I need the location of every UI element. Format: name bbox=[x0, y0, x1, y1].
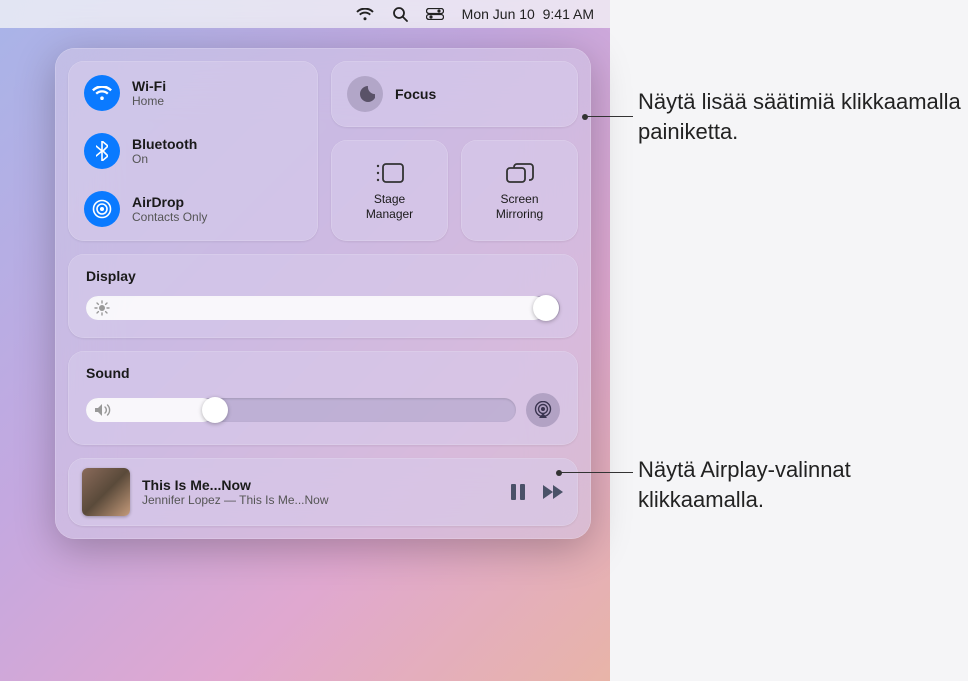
display-slider-thumb[interactable] bbox=[533, 295, 559, 321]
screen-mirroring-label: Screen Mirroring bbox=[496, 192, 543, 221]
wifi-menubar-icon[interactable] bbox=[356, 8, 374, 21]
menubar-datetime[interactable]: Mon Jun 10 9:41 AM bbox=[462, 6, 594, 22]
annotation-focus: Näytä lisää säätimiä klikkaamalla painik… bbox=[638, 87, 968, 146]
stage-manager-button[interactable]: Stage Manager bbox=[331, 140, 448, 241]
pause-icon bbox=[510, 483, 526, 501]
control-center-panel: Wi-Fi Home Bluetooth On bbox=[55, 48, 591, 539]
wifi-icon bbox=[84, 75, 120, 111]
annotation-airplay: Näytä Airplay-valinnat klikkaamalla. bbox=[638, 455, 968, 514]
annotation-line bbox=[585, 116, 633, 117]
spotlight-icon[interactable] bbox=[392, 6, 408, 22]
album-art bbox=[82, 468, 130, 516]
sound-title: Sound bbox=[86, 365, 560, 381]
wifi-subtitle: Home bbox=[132, 94, 166, 108]
screen-mirroring-icon bbox=[506, 160, 534, 186]
brightness-icon bbox=[94, 300, 110, 316]
annotation-line bbox=[559, 472, 633, 473]
airdrop-title: AirDrop bbox=[132, 194, 207, 210]
fast-forward-icon bbox=[542, 484, 564, 500]
now-playing-card[interactable]: This Is Me...Now Jennifer Lopez — This I… bbox=[68, 458, 578, 526]
airdrop-toggle[interactable]: AirDrop Contacts Only bbox=[84, 191, 302, 227]
display-card: Display bbox=[68, 254, 578, 338]
airplay-audio-button[interactable] bbox=[526, 393, 560, 427]
bluetooth-icon bbox=[84, 133, 120, 169]
focus-button[interactable]: Focus bbox=[331, 61, 578, 127]
focus-moon-icon bbox=[347, 76, 383, 112]
now-playing-subtitle: Jennifer Lopez — This Is Me...Now bbox=[142, 493, 498, 507]
bluetooth-subtitle: On bbox=[132, 152, 197, 166]
bluetooth-title: Bluetooth bbox=[132, 136, 197, 152]
airdrop-icon bbox=[84, 191, 120, 227]
screen-mirroring-button[interactable]: Screen Mirroring bbox=[461, 140, 578, 241]
airdrop-subtitle: Contacts Only bbox=[132, 210, 207, 224]
bluetooth-toggle[interactable]: Bluetooth On bbox=[84, 133, 302, 169]
now-playing-title: This Is Me...Now bbox=[142, 477, 498, 493]
wifi-title: Wi-Fi bbox=[132, 78, 166, 94]
stage-manager-label: Stage Manager bbox=[366, 192, 413, 221]
wifi-toggle[interactable]: Wi-Fi Home bbox=[84, 75, 302, 111]
sound-volume-slider[interactable] bbox=[86, 398, 516, 422]
pause-button[interactable] bbox=[510, 483, 526, 501]
sound-card: Sound bbox=[68, 351, 578, 445]
menubar-time: 9:41 AM bbox=[543, 6, 594, 22]
sound-slider-thumb[interactable] bbox=[202, 397, 228, 423]
focus-title: Focus bbox=[395, 86, 436, 102]
volume-icon bbox=[94, 403, 112, 417]
next-track-button[interactable] bbox=[542, 484, 564, 500]
stage-manager-icon bbox=[375, 160, 405, 186]
connectivity-card: Wi-Fi Home Bluetooth On bbox=[68, 61, 318, 241]
display-title: Display bbox=[86, 268, 560, 284]
menubar: Mon Jun 10 9:41 AM bbox=[0, 0, 610, 28]
control-center-menubar-icon[interactable] bbox=[426, 8, 444, 20]
menubar-date: Mon Jun 10 bbox=[462, 6, 535, 22]
airplay-icon bbox=[533, 401, 553, 419]
display-brightness-slider[interactable] bbox=[86, 296, 560, 320]
